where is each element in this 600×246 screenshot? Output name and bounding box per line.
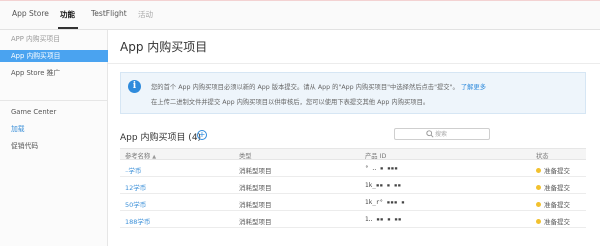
table-row[interactable]: 188学币 消耗型项目 1‥ ▪▪ ▪ ▪▪ 准备提交 — [120, 212, 586, 228]
sidebar-item-load[interactable]: 加载 — [0, 123, 108, 135]
status-dot-icon — [536, 168, 541, 173]
table-header: 参考名称 ▲ 类型 产品 ID 状态 — [120, 148, 586, 160]
notice-line-1: 您的首个 App 内购买项目必须以新的 App 版本提交。请从 App 的"Ap… — [151, 82, 486, 91]
table-row[interactable]: 50学币 消耗型项目 1k_r° ▪▪▪ ▪ 准备提交 — [120, 195, 586, 211]
product-id-cell: 1‥ ▪▪ ▪ ▪▪ — [365, 216, 402, 223]
status-cell: 准备提交 — [536, 199, 570, 209]
sidebar-section-header: APP 内购买项目 — [11, 35, 60, 43]
status-cell: 准备提交 — [536, 216, 570, 226]
info-notice: i 您的首个 App 内购买项目必须以新的 App 版本提交。请从 App 的"… — [120, 72, 586, 114]
title-divider — [108, 63, 600, 64]
status-cell: 准备提交 — [536, 165, 570, 175]
type-cell: 消耗型项目 — [239, 218, 272, 226]
learn-more-link[interactable]: 了解更多 — [461, 84, 486, 91]
product-id-cell: 1k_r° ▪▪▪ ▪ — [365, 199, 405, 206]
reference-name-link[interactable]: 50学币 — [125, 199, 146, 209]
status-dot-icon — [536, 202, 541, 207]
status-cell: 准备提交 — [536, 182, 570, 192]
tab-app-store[interactable]: App Store — [12, 9, 49, 18]
sidebar-item-app-store-promotion[interactable]: App Store 推广 — [0, 67, 108, 79]
search-icon — [426, 130, 434, 138]
column-header-reference-name[interactable]: 参考名称 ▲ — [125, 151, 156, 160]
status-dot-icon — [536, 219, 541, 224]
list-title: App 内购买项目 (4) — [120, 133, 202, 143]
column-header-product-id[interactable]: 产品 ID — [365, 151, 386, 160]
page-title: App 内购买项目 — [120, 40, 208, 54]
status-dot-icon — [536, 185, 541, 190]
active-tab-indicator — [58, 27, 78, 29]
top-accent-line — [0, 0, 600, 1]
sort-ascending-icon: ▲ — [152, 154, 157, 160]
tab-features[interactable]: 功能 — [60, 9, 75, 20]
status-label: 准备提交 — [544, 167, 570, 175]
status-label: 准备提交 — [544, 184, 570, 192]
reference-name-link[interactable]: ₋学币 — [125, 165, 141, 175]
tab-testflight[interactable]: TestFlight — [91, 9, 127, 18]
table-row[interactable]: 12学币 消耗型项目 1k_▪▪ ▪ ▪▪ 准备提交 — [120, 178, 586, 194]
type-cell: 消耗型项目 — [239, 184, 272, 192]
reference-name-link[interactable]: 188学币 — [125, 216, 150, 226]
top-navigation-bar: App Store 功能 TestFlight 活动 — [0, 0, 600, 30]
status-label: 准备提交 — [544, 218, 570, 226]
notice-text-1: 您的首个 App 内购买项目必须以新的 App 版本提交。请从 App 的"Ap… — [151, 84, 459, 91]
search-input[interactable] — [435, 129, 487, 139]
table-row[interactable]: ₋学币 消耗型项目 ° ‥ ▪ ▪▪▪ 准备提交 — [120, 161, 586, 177]
type-cell: 消耗型项目 — [239, 167, 272, 175]
product-id-cell: 1k_▪▪ ▪ ▪▪ — [365, 182, 402, 189]
info-icon: i — [128, 80, 141, 93]
type-cell: 消耗型项目 — [239, 201, 272, 209]
status-label: 准备提交 — [544, 201, 570, 209]
product-id-cell: ° ‥ ▪ ▪▪▪ — [365, 165, 398, 172]
sidebar-item-promo-codes[interactable]: 促销代码 — [0, 140, 108, 152]
column-header-type[interactable]: 类型 — [239, 151, 252, 160]
sidebar: APP 内购买项目 App 内购买项目 App Store 推广 Game Ce… — [0, 30, 108, 246]
search-box[interactable] — [394, 128, 490, 140]
notice-line-2: 在上传二进制文件并提交 App 内购买项目以供审核后，您可以使用下表提交其他 A… — [151, 99, 430, 106]
sidebar-item-in-app-purchases[interactable]: App 内购买项目 — [0, 50, 108, 62]
add-in-app-purchase-button[interactable]: + — [197, 130, 207, 140]
tab-activity[interactable]: 活动 — [138, 9, 153, 20]
main-content: App 内购买项目 i 您的首个 App 内购买项目必须以新的 App 版本提交… — [108, 30, 600, 246]
sidebar-item-game-center[interactable]: Game Center — [0, 106, 108, 118]
reference-name-link[interactable]: 12学币 — [125, 182, 146, 192]
column-header-status[interactable]: 状态 — [536, 151, 549, 160]
sidebar-divider — [0, 100, 108, 101]
reference-name-label: 参考名称 — [125, 153, 151, 160]
